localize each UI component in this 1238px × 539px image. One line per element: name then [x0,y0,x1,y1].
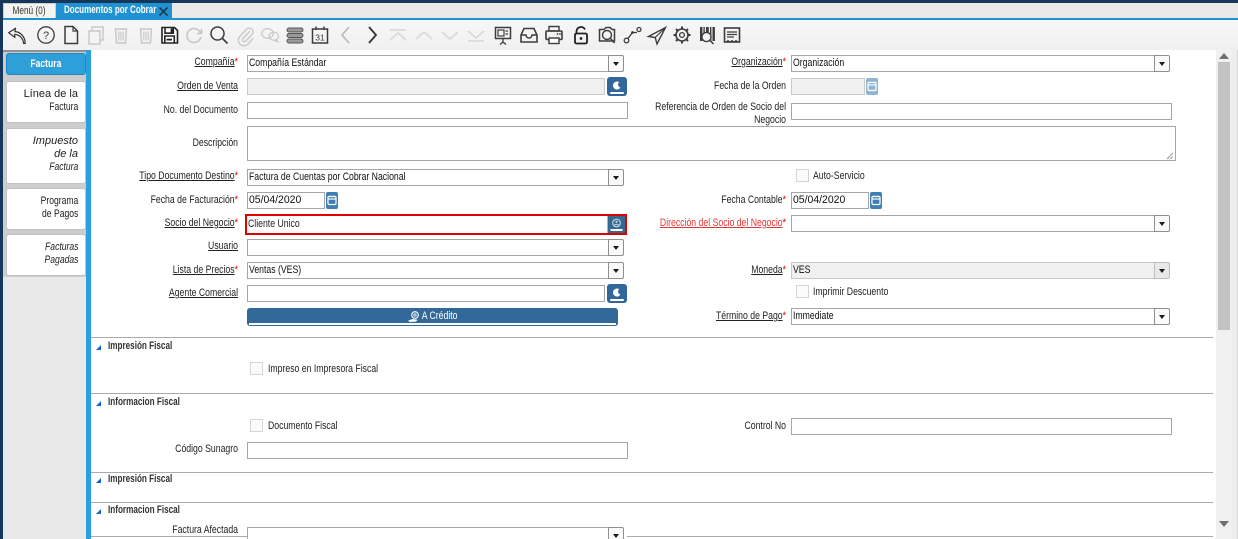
svg-text:?: ? [43,30,49,42]
svg-text:31: 31 [315,33,325,43]
